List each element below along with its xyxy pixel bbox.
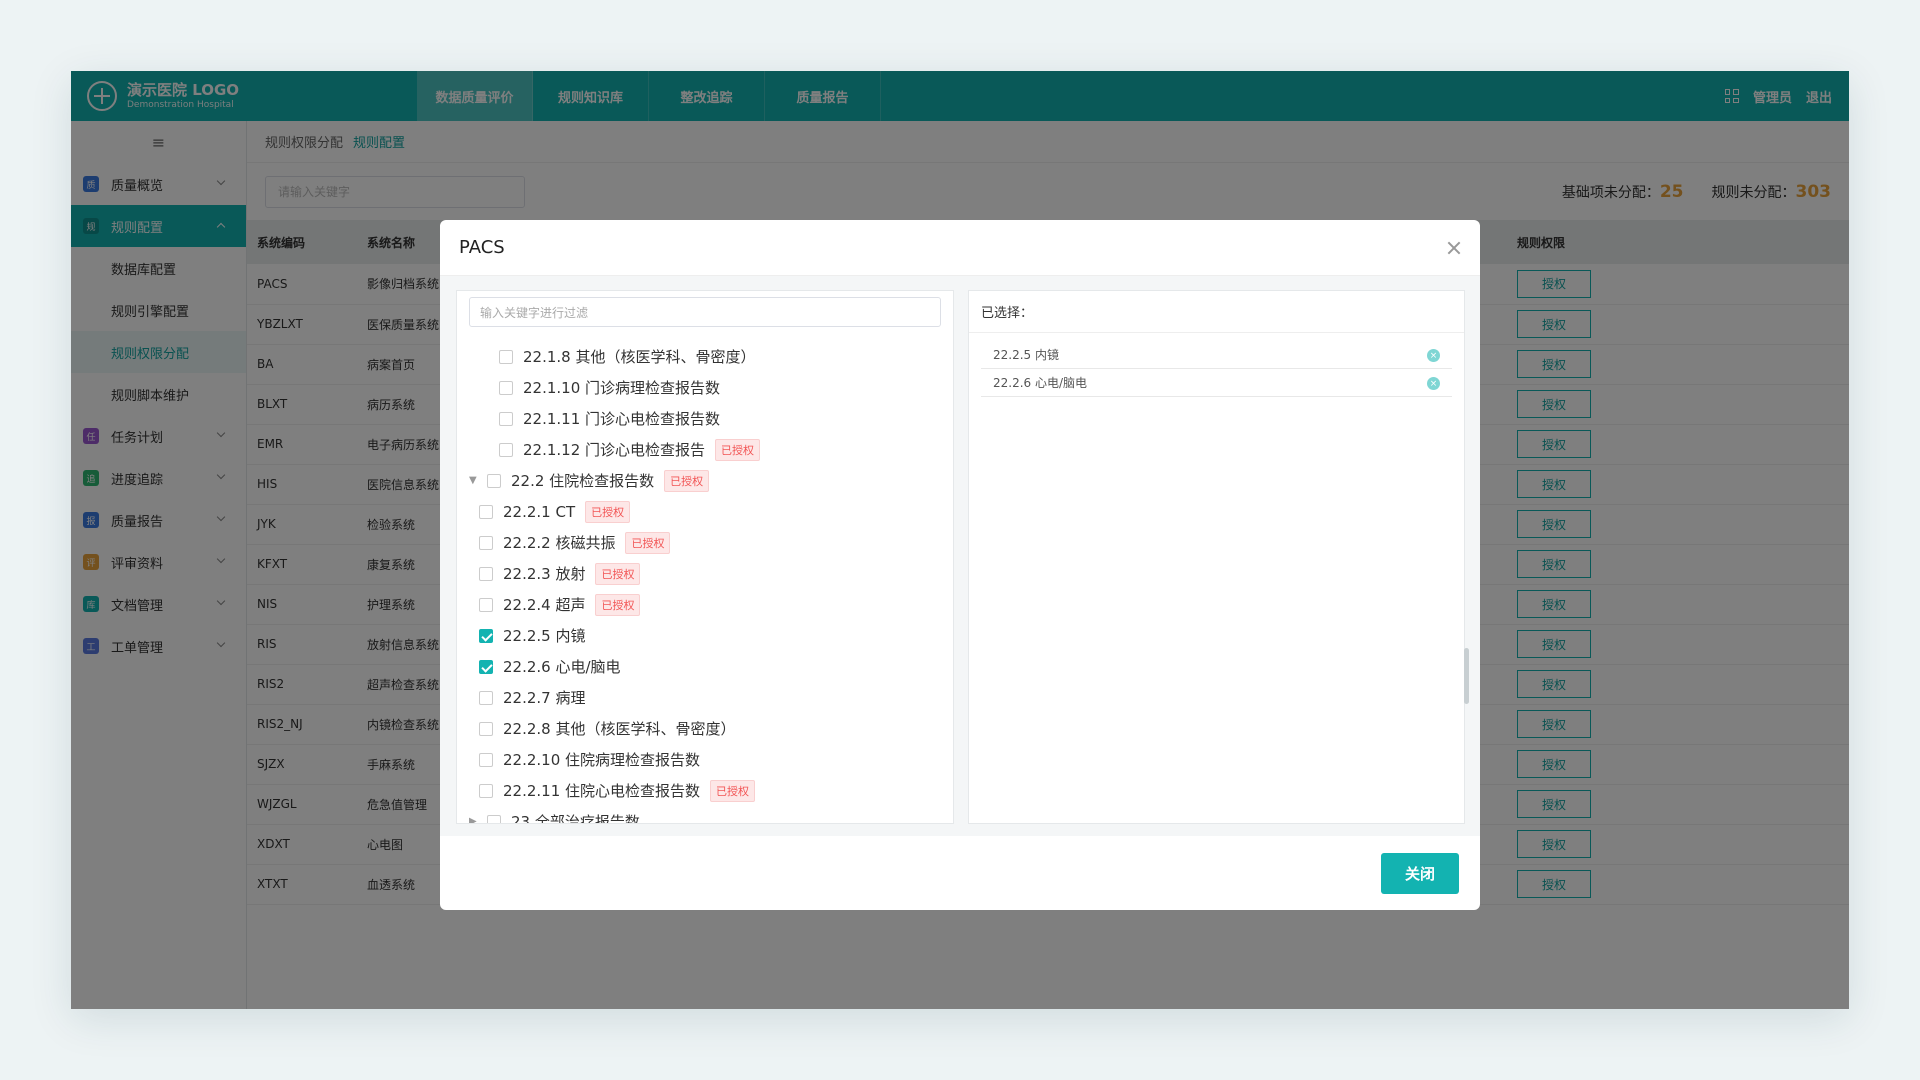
remove-icon[interactable]: × [1427, 377, 1440, 390]
tree-checkbox[interactable] [479, 690, 493, 705]
tree-checkbox[interactable] [499, 349, 513, 364]
scrollbar-thumb[interactable] [1464, 648, 1469, 704]
tree-checkbox[interactable] [479, 597, 493, 612]
tree-checkbox[interactable] [479, 566, 493, 581]
tree-node[interactable]: 22.1.12 门诊心电检查报告 已授权 [457, 434, 953, 465]
tree-node[interactable]: ▶ 23 全部治疗报告数 [457, 806, 953, 823]
tree-checkbox[interactable] [479, 535, 493, 550]
tree-node[interactable]: 22.1.11 门诊心电检查报告数 [457, 403, 953, 434]
tree-node[interactable]: 22.2.6 心电/脑电 [457, 651, 953, 682]
rule-tree[interactable]: 22.1.8 其他（核医学科、骨密度） 22.1.10 门诊病理检查报告数 22.1… [457, 341, 953, 823]
authorized-tag: 已授权 [710, 779, 756, 802]
tree-checkbox[interactable] [479, 504, 493, 519]
close-icon[interactable] [1444, 238, 1464, 258]
tree-checkbox[interactable] [479, 628, 493, 643]
tree-node[interactable]: 22.1.10 门诊病理检查报告数 [457, 372, 953, 403]
tree-node-label: 22.2 住院检查报告数 [511, 472, 655, 490]
tree-checkbox[interactable] [499, 380, 513, 395]
tree-node-label: 22.1.8 其他（核医学科、骨密度） [523, 348, 756, 366]
close-button[interactable]: 关闭 [1381, 852, 1459, 894]
tree-node[interactable]: 22.1.8 其他（核医学科、骨密度） [457, 341, 953, 372]
permission-dialog: PACS 输入关键字进行过滤 22.1.8 其他（核医学科、骨密度） 22.1.1… [440, 220, 1480, 910]
tree-node[interactable]: 22.2.11 住院心电检查报告数 已授权 [457, 775, 953, 806]
tree-node-label: 22.2.8 其他（核医学科、骨密度） [503, 720, 736, 738]
tree-node[interactable]: 22.2.7 病理 [457, 682, 953, 713]
tree-node-label: 22.2.1 CT [503, 502, 576, 521]
caret-down-icon[interactable]: ▼ [469, 475, 479, 486]
tree-node[interactable]: 22.2.2 核磁共振 已授权 [457, 527, 953, 558]
tree-node-label: 22.1.12 门诊心电检查报告 [523, 441, 706, 459]
remove-icon[interactable]: × [1427, 349, 1440, 362]
authorized-tag: 已授权 [625, 531, 671, 554]
dialog-footer: 关闭 [440, 836, 1480, 910]
tree-node-label: 22.2.5 内镜 [503, 627, 586, 645]
tree-checkbox[interactable] [479, 783, 493, 798]
tree-checkbox[interactable] [479, 721, 493, 736]
selected-item: 22.2.5 内镜 × [981, 341, 1452, 369]
tree-node-label: 22.2.2 核磁共振 [503, 534, 616, 552]
tree-node-label: 22.1.10 门诊病理检查报告数 [523, 379, 721, 397]
tree-checkbox[interactable] [487, 814, 501, 823]
rule-tree-panel: 输入关键字进行过滤 22.1.8 其他（核医学科、骨密度） 22.1.10 门诊病… [456, 290, 954, 824]
selected-list: 22.2.5 内镜 × 22.2.6 心电/脑电 × [969, 333, 1464, 397]
tree-node-label: 22.2.4 超声 [503, 596, 586, 614]
tree-node-label: 22.2.7 病理 [503, 689, 586, 707]
authorized-tag: 已授权 [664, 469, 710, 492]
tree-node-label: 22.2.10 住院病理检查报告数 [503, 751, 701, 769]
tree-node[interactable]: 22.2.5 内镜 [457, 620, 953, 651]
tree-node[interactable]: 22.2.10 住院病理检查报告数 [457, 744, 953, 775]
selected-item-label: 22.2.5 内镜 [993, 348, 1059, 362]
selected-panel: 已选择： 22.2.5 内镜 × 22.2.6 心电/脑电 × [968, 290, 1465, 824]
tree-checkbox[interactable] [479, 752, 493, 767]
selected-item: 22.2.6 心电/脑电 × [981, 369, 1452, 397]
tree-node[interactable]: 22.2.4 超声 已授权 [457, 589, 953, 620]
dialog-body: 输入关键字进行过滤 22.1.8 其他（核医学科、骨密度） 22.1.10 门诊病… [440, 276, 1480, 836]
authorized-tag: 已授权 [585, 500, 631, 523]
tree-node-label: 22.1.11 门诊心电检查报告数 [523, 410, 721, 428]
tree-checkbox[interactable] [499, 442, 513, 457]
dialog-header: PACS [440, 220, 1480, 276]
tree-node-label: 22.2.3 放射 [503, 565, 586, 583]
tree-filter-input[interactable]: 输入关键字进行过滤 [469, 297, 941, 327]
tree-node-label: 23 全部治疗报告数 [511, 813, 640, 823]
selected-item-label: 22.2.6 心电/脑电 [993, 376, 1088, 390]
selected-title: 已选择： [969, 291, 1464, 333]
tree-node[interactable]: 22.2.3 放射 已授权 [457, 558, 953, 589]
tree-checkbox[interactable] [499, 411, 513, 426]
tree-node-label: 22.2.11 住院心电检查报告数 [503, 782, 701, 800]
authorized-tag: 已授权 [595, 562, 641, 585]
caret-right-icon[interactable]: ▶ [469, 816, 479, 823]
tree-node[interactable]: 22.2.1 CT 已授权 [457, 496, 953, 527]
tree-checkbox[interactable] [487, 473, 501, 488]
tree-node[interactable]: 22.2.8 其他（核医学科、骨密度） [457, 713, 953, 744]
tree-node-label: 22.2.6 心电/脑电 [503, 658, 621, 676]
tree-node[interactable]: ▼ 22.2 住院检查报告数 已授权 [457, 465, 953, 496]
authorized-tag: 已授权 [595, 593, 641, 616]
dialog-title: PACS [459, 237, 505, 258]
tree-checkbox[interactable] [479, 659, 493, 674]
authorized-tag: 已授权 [715, 438, 761, 461]
